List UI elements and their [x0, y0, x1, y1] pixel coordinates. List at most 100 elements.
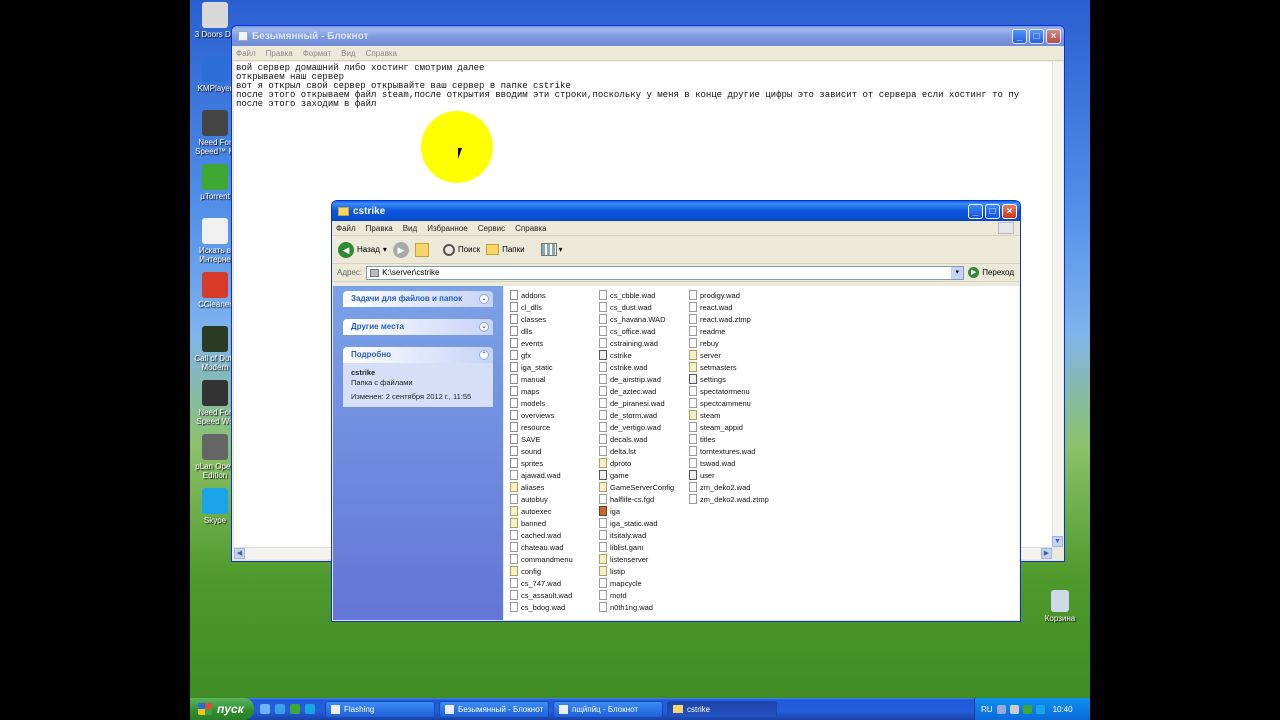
file-item[interactable]: itsitaly.wad — [599, 529, 674, 541]
other-places-header[interactable]: Другие места ⌄ — [343, 319, 493, 335]
file-item[interactable]: manual — [510, 373, 573, 385]
file-item[interactable]: de_aztec.wad — [599, 385, 674, 397]
explorer-window[interactable]: cstrike _ □ × Файл Правка Вид Избранное … — [331, 200, 1021, 622]
file-item[interactable]: cstraining.wad — [599, 337, 674, 349]
file-item[interactable]: iga_static.wad — [599, 517, 674, 529]
file-item[interactable]: cstrike.wad — [599, 361, 674, 373]
file-item[interactable]: cs_dust.wad — [599, 301, 674, 313]
file-item[interactable]: cached.wad — [510, 529, 573, 541]
show-desktop-icon[interactable] — [260, 704, 270, 714]
address-dropdown-icon[interactable]: ▾ — [951, 266, 964, 279]
file-item[interactable]: cs_office.wad — [599, 325, 674, 337]
task-notepad-2[interactable]: пщйпйц - Блокнот — [553, 700, 663, 718]
notepad-menu-format[interactable]: Формат — [303, 49, 331, 58]
volume-icon[interactable] — [1009, 704, 1019, 714]
internet-explorer-icon[interactable] — [275, 704, 285, 714]
utorrent-quicklaunch-icon[interactable] — [290, 704, 300, 714]
address-input[interactable]: K:\server\cstrike ▾ — [366, 265, 965, 280]
notepad-minimize-button[interactable]: _ — [1012, 28, 1027, 44]
file-item[interactable]: titles — [689, 433, 769, 445]
notepad-close-button[interactable]: × — [1046, 28, 1061, 44]
file-item[interactable]: gfx — [510, 349, 573, 361]
file-item[interactable]: commandmenu — [510, 553, 573, 565]
skype-tray-icon[interactable] — [1035, 704, 1045, 714]
file-item[interactable]: banned — [510, 517, 573, 529]
file-tasks-panel[interactable]: Задачи для файлов и папок ⌄ — [343, 291, 493, 307]
file-item[interactable]: autobuy — [510, 493, 573, 505]
file-item[interactable]: cstrike — [599, 349, 674, 361]
forward-arrow-icon[interactable]: ▶ — [392, 241, 409, 258]
file-item[interactable]: prodigy.wad — [689, 289, 769, 301]
file-item[interactable]: setmasters — [689, 361, 769, 373]
task-flashing[interactable]: Flashing — [325, 700, 435, 718]
explorer-menu-file[interactable]: Файл — [336, 224, 356, 233]
go-button[interactable]: ▶ Переход — [968, 267, 1020, 278]
file-item[interactable]: sprites — [510, 457, 573, 469]
file-item[interactable]: readme — [689, 325, 769, 337]
file-item[interactable]: de_storm.wad — [599, 409, 674, 421]
language-indicator[interactable]: RU — [981, 705, 993, 714]
network-icon[interactable] — [996, 704, 1006, 714]
file-item[interactable]: config — [510, 565, 573, 577]
file-item[interactable]: zm_deko2.wad.ztmp — [689, 493, 769, 505]
scroll-down-arrow-icon[interactable]: ▼ — [1052, 536, 1063, 547]
file-item[interactable]: autoexec — [510, 505, 573, 517]
file-item[interactable]: settings — [689, 373, 769, 385]
back-button[interactable]: ◀ Назад ▾ — [338, 241, 387, 258]
utorrent-tray-icon[interactable] — [1022, 704, 1032, 714]
recycle-bin[interactable]: Корзина — [1033, 590, 1087, 623]
chevron-down-icon[interactable]: ⌄ — [479, 294, 489, 304]
file-item[interactable]: halflife-cs.fgd — [599, 493, 674, 505]
explorer-titlebar[interactable]: cstrike _ □ × — [332, 201, 1020, 221]
explorer-maximize-button[interactable]: □ — [985, 203, 1000, 219]
file-item[interactable]: de_vertigo.wad — [599, 421, 674, 433]
explorer-minimize-button[interactable]: _ — [968, 203, 983, 219]
file-item[interactable]: steam — [689, 409, 769, 421]
details-panel[interactable]: Подробно ⌃ cstrike Папка с файлами Измене… — [343, 347, 493, 407]
file-item[interactable]: listip — [599, 565, 674, 577]
file-item[interactable]: cl_dlls — [510, 301, 573, 313]
notepad-menu-view[interactable]: Вид — [341, 49, 355, 58]
task-notepad-1[interactable]: Безымянный - Блокнот — [439, 700, 549, 718]
search-button[interactable]: Поиск — [442, 243, 480, 256]
explorer-menu-edit[interactable]: Правка — [366, 224, 393, 233]
file-item[interactable]: aliases — [510, 481, 573, 493]
explorer-menu-help[interactable]: Справка — [515, 224, 546, 233]
notepad-menu-file[interactable]: Файл — [236, 49, 256, 58]
file-item[interactable]: resource — [510, 421, 573, 433]
file-item[interactable]: cs_bdog.wad — [510, 601, 573, 613]
file-item[interactable]: cs_cbble.wad — [599, 289, 674, 301]
notepad-vertical-scrollbar[interactable]: ▼ — [1052, 62, 1063, 547]
file-item[interactable]: de_airstrip.wad — [599, 373, 674, 385]
file-item[interactable]: listenserver — [599, 553, 674, 565]
file-item[interactable]: iga — [599, 505, 674, 517]
file-item[interactable]: delta.lst — [599, 445, 674, 457]
file-item[interactable]: addons — [510, 289, 573, 301]
file-item[interactable]: cs_747.wad — [510, 577, 573, 589]
file-item[interactable]: rebuy — [689, 337, 769, 349]
file-item[interactable]: spectatormenu — [689, 385, 769, 397]
file-item[interactable]: events — [510, 337, 573, 349]
clock[interactable]: 10:40 — [1053, 705, 1073, 714]
file-item[interactable]: torntextures.wad — [689, 445, 769, 457]
notepad-titlebar[interactable]: Безымянный - Блокнот _ □ × — [232, 26, 1064, 46]
start-button[interactable]: пуск — [190, 698, 254, 720]
folders-button[interactable]: Папки — [486, 244, 525, 255]
file-item[interactable]: maps — [510, 385, 573, 397]
file-item[interactable]: liblist.gam — [599, 541, 674, 553]
file-item[interactable]: spectcammenu — [689, 397, 769, 409]
file-item[interactable]: motd — [599, 589, 674, 601]
file-item[interactable]: cs_assault.wad — [510, 589, 573, 601]
file-item[interactable]: tswad.wad — [689, 457, 769, 469]
file-item[interactable]: zm_deko2.wad — [689, 481, 769, 493]
notepad-menu-edit[interactable]: Правка — [266, 49, 293, 58]
file-item[interactable]: n0th1ng.wad — [599, 601, 674, 613]
file-item[interactable]: user — [689, 469, 769, 481]
file-item[interactable]: classes — [510, 313, 573, 325]
file-item[interactable]: game — [599, 469, 674, 481]
file-item[interactable]: react.wad.ztmp — [689, 313, 769, 325]
file-item[interactable]: iga_static — [510, 361, 573, 373]
explorer-menu-view[interactable]: Вид — [403, 224, 417, 233]
file-item[interactable]: overviews — [510, 409, 573, 421]
details-header[interactable]: Подробно ⌃ — [343, 347, 493, 363]
